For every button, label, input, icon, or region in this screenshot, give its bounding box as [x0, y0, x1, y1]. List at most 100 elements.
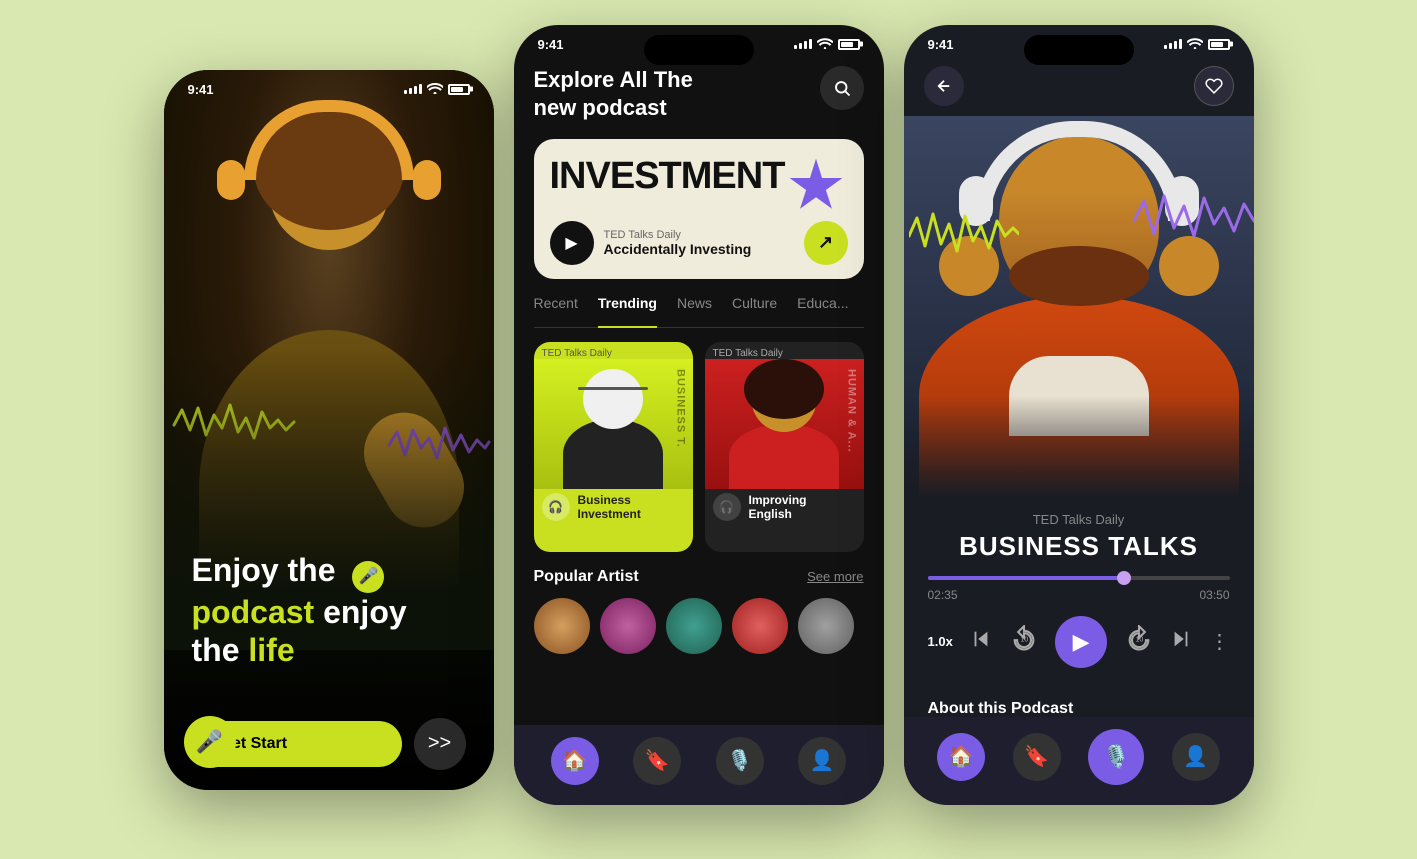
time-3: 9:41: [928, 37, 954, 52]
headline-podcast: podcast: [192, 594, 315, 630]
play-pause-button[interactable]: ▶: [1055, 616, 1107, 668]
card2-label: TED Talks Daily: [705, 342, 864, 359]
rewind-10-button[interactable]: 10: [1010, 625, 1038, 658]
nav-bookmark-2[interactable]: 🔖: [633, 737, 681, 785]
tab-trending[interactable]: Trending: [598, 295, 657, 328]
phone3-top-controls: [904, 56, 1254, 116]
tab-news[interactable]: News: [677, 295, 712, 317]
card2-title: ImprovingEnglish: [749, 493, 807, 521]
mic-button[interactable]: 🎤: [184, 716, 236, 768]
artist-avatar-4[interactable]: [732, 598, 788, 654]
artist-avatar-2[interactable]: [600, 598, 656, 654]
speed-button[interactable]: 1.0x: [928, 634, 953, 649]
status-icons-2: [794, 37, 860, 52]
play-button-featured[interactable]: ▶: [550, 221, 594, 265]
phone3-player-info: TED Talks Daily BUSINESS TALKS 02:35 03:…: [904, 496, 1254, 700]
mic-badge: 🎤: [352, 561, 384, 593]
status-icons-1: [404, 82, 470, 97]
tab-culture[interactable]: Culture: [732, 295, 777, 317]
featured-text: TED Talks Daily Accidentally Investing: [604, 229, 752, 257]
search-button[interactable]: [820, 66, 864, 110]
wifi-icon-2: [817, 37, 833, 52]
progress-bar[interactable]: [928, 576, 1230, 580]
headline-life: life: [248, 632, 294, 668]
phone2-main-content: Explore All Thenew podcast INVESTMENT ▶ …: [514, 56, 884, 654]
headline-enjoy: enjoy: [323, 594, 407, 630]
card1-bottom: 🎧 BusinessInvestment: [534, 489, 693, 529]
controls-row: 1.0x 10 ▶ 10: [928, 616, 1230, 668]
svg-text:10: 10: [1020, 636, 1028, 643]
featured-arrow-button[interactable]: ↗: [804, 221, 848, 265]
player-main-title: BUSINESS TALKS: [928, 531, 1230, 562]
nav-home-2[interactable]: 🏠: [551, 737, 599, 785]
bottom-nav-3: 🏠 🔖 🎙️ 👤: [904, 717, 1254, 805]
player-sub-label: TED Talks Daily: [928, 512, 1230, 527]
time-2: 9:41: [538, 37, 564, 52]
popular-title: Popular Artist: [534, 568, 639, 586]
dynamic-island-3: [1024, 35, 1134, 65]
artist-avatar-3[interactable]: [666, 598, 722, 654]
signal-icon-2: [794, 39, 812, 49]
podcast-card-business[interactable]: TED Talks Daily BUSINESS T.: [534, 342, 693, 552]
phones-container: 9:41: [0, 0, 1417, 859]
nav-mic-3[interactable]: 🎙️: [1088, 729, 1144, 785]
tab-education[interactable]: Educa...: [797, 295, 848, 317]
nav-home-3[interactable]: 🏠: [937, 733, 985, 781]
phone-1: 9:41: [164, 70, 494, 790]
nav-profile-3[interactable]: 👤: [1172, 733, 1220, 781]
featured-title: INVESTMENT: [550, 155, 848, 198]
card2-vertical-text: HUMAN & A...: [846, 369, 858, 453]
time-row: 02:35 03:50: [928, 588, 1230, 602]
wifi-icon-3: [1187, 37, 1203, 52]
phone1-text: Enjoy the 🎤 podcast enjoy the life: [192, 551, 466, 670]
featured-card[interactable]: INVESTMENT ▶ TED Talks Daily Accidentall…: [534, 139, 864, 279]
artist-avatar-1[interactable]: [534, 598, 590, 654]
battery-icon-1: [448, 84, 470, 95]
status-bar-1: 9:41: [164, 70, 494, 101]
card1-title: BusinessInvestment: [578, 493, 641, 521]
prev-button[interactable]: [970, 628, 992, 655]
card1-label: TED Talks Daily: [534, 342, 693, 359]
forward-10-button[interactable]: 10: [1125, 625, 1153, 658]
tab-recent[interactable]: Recent: [534, 295, 578, 317]
card2-bottom: 🎧 ImprovingEnglish: [705, 489, 864, 529]
tabs-row: Recent Trending News Culture Educa...: [534, 295, 864, 328]
nav-profile-2[interactable]: 👤: [798, 737, 846, 785]
waveform-yellow-3: [909, 206, 1019, 266]
headline-1: Enjoy the: [192, 552, 336, 588]
hero-image-3: [904, 116, 1254, 496]
featured-subtitle: Accidentally Investing: [604, 241, 752, 257]
phone-3: 9:41: [904, 25, 1254, 805]
nav-bookmark-3[interactable]: 🔖: [1013, 733, 1061, 781]
battery-icon-3: [1208, 39, 1230, 50]
popular-header: Popular Artist See more: [534, 568, 864, 586]
heart-button-3[interactable]: [1194, 66, 1234, 106]
next-button[interactable]: [1170, 628, 1192, 655]
arrow-button[interactable]: >>: [414, 718, 466, 770]
battery-icon-2: [838, 39, 860, 50]
progress-dot: [1117, 571, 1131, 585]
see-more-button[interactable]: See more: [807, 569, 863, 584]
avatars-row: [534, 598, 864, 654]
more-button[interactable]: ⋮: [1209, 629, 1229, 654]
explore-title: Explore All Thenew podcast: [534, 66, 693, 123]
nav-mic-2[interactable]: 🎙️: [716, 737, 764, 785]
phone-2: 9:41 Explore All Thenew podcast: [514, 25, 884, 805]
featured-bottom: ▶ TED Talks Daily Accidentally Investing…: [550, 221, 848, 265]
svg-text:10: 10: [1135, 636, 1143, 643]
status-icons-3: [1164, 37, 1230, 52]
headline-the: the: [192, 632, 249, 668]
waveform-purple-3: [1134, 186, 1254, 256]
bottom-nav-2: 🏠 🔖 🎙️ 👤: [514, 725, 884, 805]
progress-fill: [928, 576, 1124, 580]
artist-avatar-5[interactable]: [798, 598, 854, 654]
card2-headphone-icon: 🎧: [713, 493, 741, 521]
featured-label: TED Talks Daily: [604, 229, 752, 241]
featured-info: ▶ TED Talks Daily Accidentally Investing: [550, 221, 752, 265]
signal-icon-3: [1164, 39, 1182, 49]
time-total: 03:50: [1199, 588, 1229, 602]
podcast-card-english[interactable]: TED Talks Daily HUMAN & A...: [705, 342, 864, 552]
back-button-3[interactable]: [924, 66, 964, 106]
card1-headphone-icon: 🎧: [542, 493, 570, 521]
card1-vertical-text: BUSINESS T.: [675, 369, 687, 448]
